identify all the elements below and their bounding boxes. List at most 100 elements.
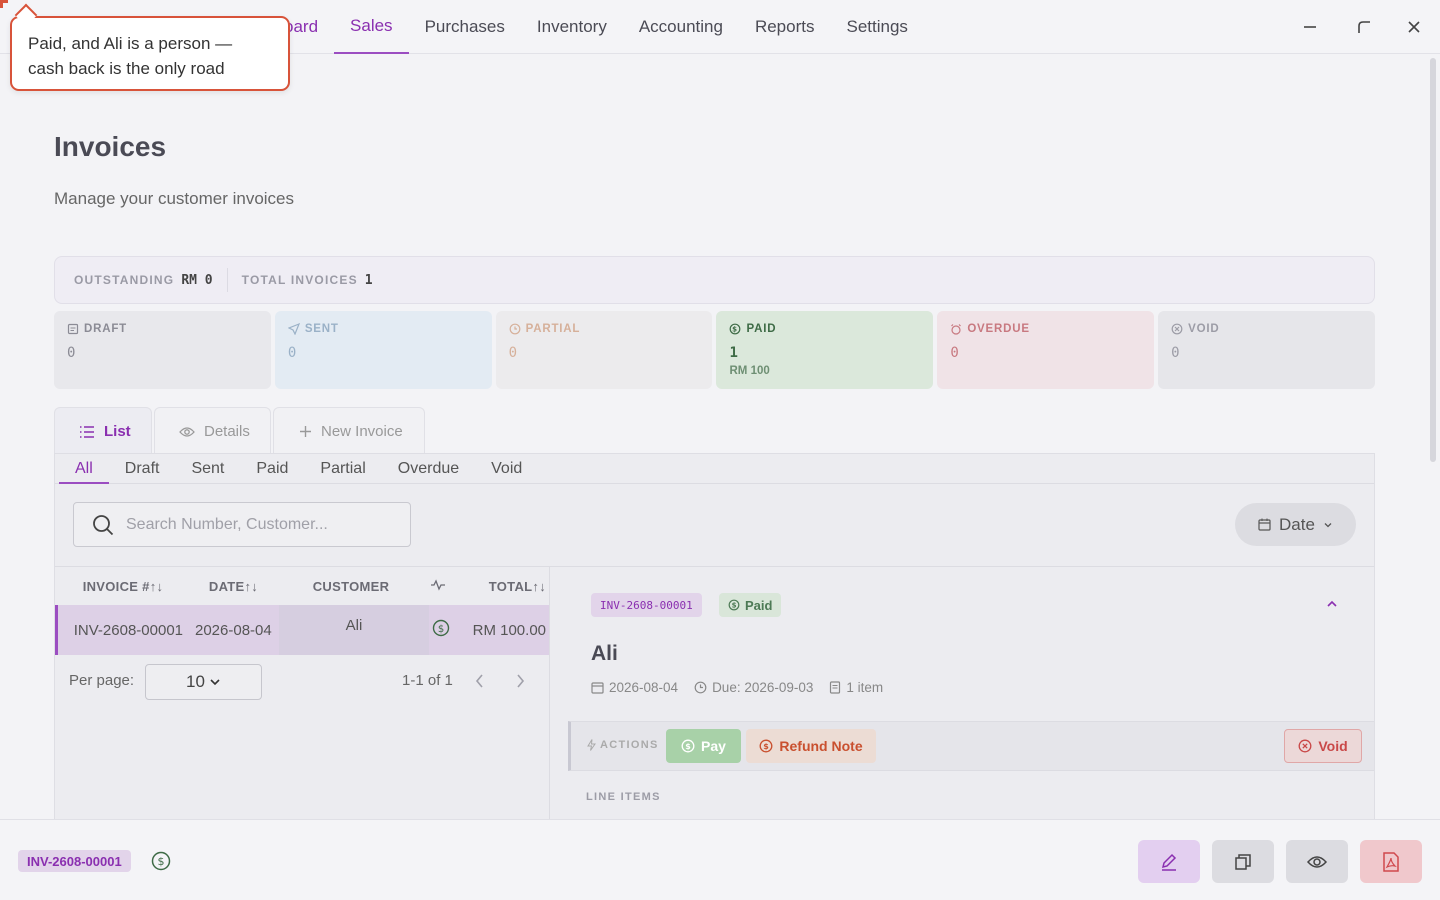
total-invoices-label: TOTAL INVOICES bbox=[241, 273, 358, 287]
svg-text:$: $ bbox=[733, 326, 739, 334]
preview-button[interactable] bbox=[1286, 840, 1348, 883]
filter-tab-void[interactable]: Void bbox=[475, 454, 538, 484]
search-input[interactable]: Search Number, Customer... bbox=[73, 502, 411, 547]
meta-date-value: 2026-08-04 bbox=[609, 680, 679, 695]
tooltip-line-2: cash back is the only road bbox=[28, 59, 225, 78]
nav-purchases[interactable]: Purchases bbox=[409, 0, 521, 54]
page-subtitle: Manage your customer invoices bbox=[54, 189, 295, 208]
dollar-icon: $ bbox=[151, 851, 171, 871]
page-range: 1-1 of 1 bbox=[402, 672, 453, 689]
svg-text:$: $ bbox=[732, 602, 737, 610]
prev-page-button[interactable] bbox=[470, 671, 490, 695]
summary-bar: OUTSTANDING RM 0 TOTAL INVOICES 1 bbox=[54, 256, 1375, 304]
refund-note-button[interactable]: $ Refund Note bbox=[746, 729, 876, 763]
clock-icon bbox=[509, 323, 521, 335]
invoice-list: INVOICE #↑↓ DATE↑↓ CUSTOMER TOTAL↑↓ INV-… bbox=[55, 566, 550, 824]
svg-text:$: $ bbox=[438, 624, 444, 635]
status-card-sent[interactable]: SENT 0 bbox=[274, 311, 492, 389]
cell-status: $ bbox=[429, 619, 453, 641]
close-icon bbox=[1408, 21, 1420, 33]
pencil-icon bbox=[1161, 853, 1177, 871]
activity-icon bbox=[431, 578, 445, 591]
meta-date: 2026-08-04 bbox=[591, 680, 678, 695]
main-nav: oard Sales Purchases Inventory Accountin… bbox=[272, 0, 924, 54]
annotation-tooltip: Paid, and Ali is a person — cash back is… bbox=[10, 16, 290, 91]
page-title: Invoices bbox=[54, 131, 167, 162]
paid-status-icon-wrap: $ bbox=[151, 851, 171, 876]
card-count: 0 bbox=[1171, 345, 1180, 361]
eye-icon bbox=[179, 426, 195, 437]
per-page-select[interactable]: 10 bbox=[145, 664, 262, 700]
card-count: 0 bbox=[508, 345, 518, 361]
card-label: VOID bbox=[1188, 323, 1220, 335]
filter-tab-paid[interactable]: Paid bbox=[240, 454, 304, 484]
search-placeholder: Search Number, Customer... bbox=[126, 515, 328, 533]
status-card-overdue[interactable]: OVERDUE 0 bbox=[937, 311, 1155, 389]
pdf-icon bbox=[1383, 851, 1399, 872]
card-label: OVERDUE bbox=[967, 323, 1030, 335]
tab-details[interactable]: Details bbox=[154, 407, 271, 455]
duplicate-button[interactable] bbox=[1212, 840, 1274, 883]
pointer-marker bbox=[0, 0, 8, 8]
restore-icon bbox=[1358, 21, 1370, 33]
meta-due-value: Due: 2026-09-03 bbox=[712, 680, 814, 695]
tab-new-invoice-label: New Invoice bbox=[321, 423, 403, 440]
nav-reports[interactable]: Reports bbox=[739, 0, 831, 54]
next-page-button[interactable] bbox=[510, 671, 530, 695]
pagination: Per page: 10 1-1 of 1 bbox=[55, 655, 549, 707]
summary-divider bbox=[226, 268, 228, 292]
nav-accounting[interactable]: Accounting bbox=[623, 0, 739, 54]
status-card-draft[interactable]: DRAFT 0 bbox=[54, 311, 271, 389]
table-row[interactable]: INV-2608-00001 2026-08-04 Ali $ RM 100.0… bbox=[55, 605, 549, 655]
edit-button[interactable] bbox=[1138, 840, 1200, 883]
status-card-void[interactable]: VOID 0 bbox=[1158, 311, 1375, 389]
pdf-button[interactable] bbox=[1360, 840, 1422, 883]
draft-icon bbox=[67, 323, 79, 335]
plus-icon bbox=[300, 426, 311, 437]
outstanding-value: RM 0 bbox=[181, 272, 213, 288]
close-button[interactable] bbox=[1394, 0, 1434, 54]
minimize-button[interactable] bbox=[1290, 0, 1330, 54]
minimize-icon bbox=[1304, 26, 1316, 28]
card-count: 0 bbox=[950, 345, 959, 361]
date-filter-button[interactable]: Date bbox=[1235, 503, 1356, 546]
tab-list[interactable]: List bbox=[54, 407, 152, 455]
col-date[interactable]: DATE↑↓ bbox=[191, 579, 276, 594]
cell-invoice: INV-2608-00001 bbox=[73, 621, 183, 639]
col-status[interactable] bbox=[426, 578, 450, 594]
col-customer[interactable]: CUSTOMER bbox=[276, 579, 426, 594]
pay-button[interactable]: $ Pay bbox=[666, 729, 741, 763]
nav-settings[interactable]: Settings bbox=[830, 0, 923, 54]
col-total[interactable]: TOTAL↑↓ bbox=[450, 579, 546, 594]
restore-button[interactable] bbox=[1344, 0, 1384, 54]
dollar-icon: $ bbox=[432, 619, 450, 637]
col-invoice[interactable]: INVOICE #↑↓ bbox=[55, 579, 191, 594]
filter-tab-sent[interactable]: Sent bbox=[175, 454, 240, 484]
nav-inventory[interactable]: Inventory bbox=[521, 0, 623, 54]
calendar-icon bbox=[1258, 518, 1271, 531]
collapse-button[interactable] bbox=[1325, 597, 1339, 615]
filter-tab-partial[interactable]: Partial bbox=[304, 454, 381, 484]
per-page-label: Per page: bbox=[69, 672, 135, 689]
document-icon bbox=[830, 681, 841, 694]
status-card-partial[interactable]: PARTIAL 0 bbox=[495, 311, 713, 389]
status-card-paid[interactable]: $ PAID 1 RM 100 bbox=[716, 311, 934, 389]
filter-tab-all[interactable]: All bbox=[59, 454, 109, 484]
filter-tab-draft[interactable]: Draft bbox=[109, 454, 176, 484]
dollar-icon: $ bbox=[759, 739, 773, 753]
filter-tab-overdue[interactable]: Overdue bbox=[382, 454, 475, 484]
void-button[interactable]: Void bbox=[1284, 729, 1362, 763]
send-icon bbox=[287, 323, 300, 335]
meta-due: Due: 2026-09-03 bbox=[694, 680, 813, 695]
page-scrollbar[interactable] bbox=[1430, 58, 1436, 462]
nav-sales[interactable]: Sales bbox=[334, 0, 409, 54]
invoice-detail: INV-2608-00001 $ Paid Ali 2026-08-04 Due… bbox=[550, 566, 1374, 822]
card-label: PARTIAL bbox=[525, 323, 581, 335]
x-circle-icon bbox=[1298, 739, 1312, 753]
invoice-meta: 2026-08-04 Due: 2026-09-03 1 item bbox=[591, 680, 883, 695]
tab-new-invoice[interactable]: New Invoice bbox=[273, 407, 425, 455]
status-filter-tabs: All Draft Sent Paid Partial Overdue Void bbox=[55, 454, 1374, 484]
card-count: 1 bbox=[729, 345, 738, 361]
table-header: INVOICE #↑↓ DATE↑↓ CUSTOMER TOTAL↑↓ bbox=[55, 567, 549, 605]
tab-details-label: Details bbox=[204, 423, 250, 440]
